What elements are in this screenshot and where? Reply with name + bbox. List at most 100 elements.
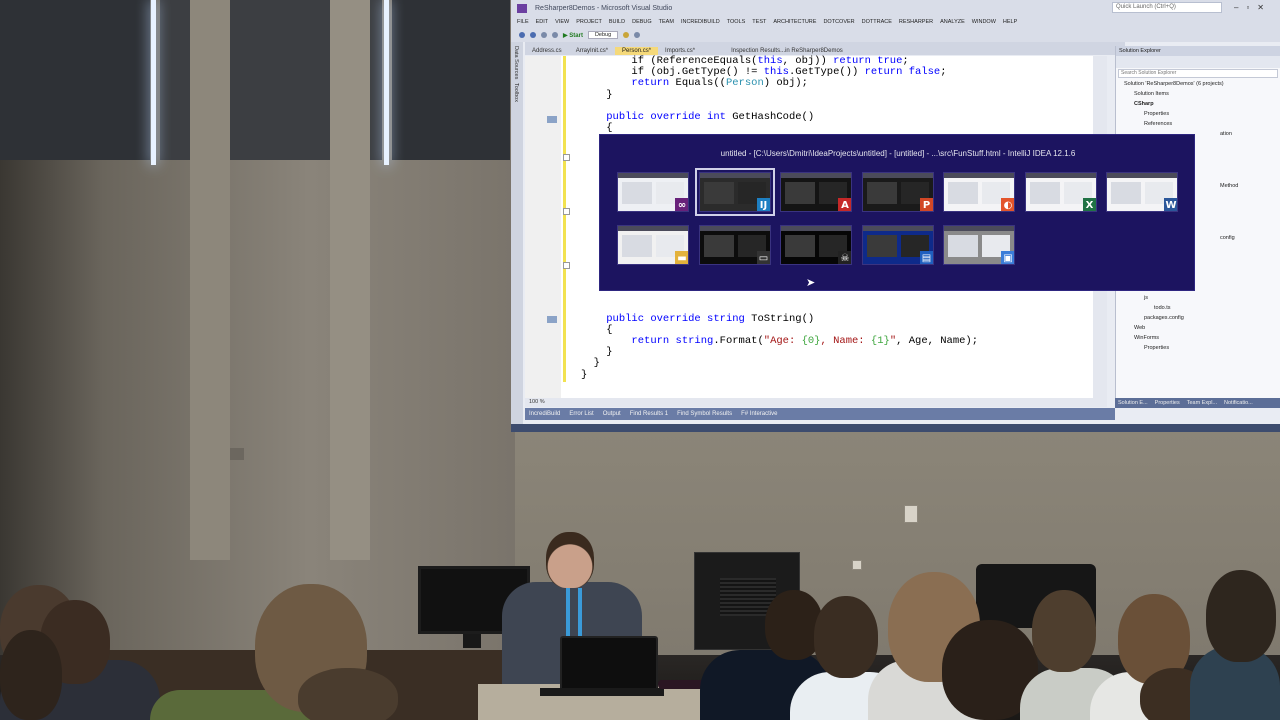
wall-vent (230, 448, 244, 460)
wall-pillar (190, 0, 230, 560)
tab-solution-explorer[interactable]: Solution E... (1118, 400, 1148, 406)
vs-toolbar: ▶ Start Debug (511, 28, 1280, 42)
tab-arrayinit-cs[interactable]: ArrayInit.cs* (569, 47, 615, 55)
menu-analyze[interactable]: ANALYZE (940, 19, 965, 25)
menu-edit[interactable]: EDIT (536, 19, 549, 25)
fold-toggle-icon[interactable] (563, 154, 570, 161)
terminal-app-icon: ☠ (838, 251, 851, 264)
switcher-window-title: untitled - [C:\Users\Dmitri\IdeaProjects… (720, 149, 1076, 158)
fold-toggle-icon[interactable] (563, 208, 570, 215)
laptop-base (540, 688, 664, 696)
thumbnail-titlebar (781, 226, 851, 231)
tab-data-sources[interactable]: Data Sources (513, 46, 519, 79)
tree-item[interactable]: WinForms (1120, 333, 1280, 343)
tab-fsharp-interactive[interactable]: F# Interactive (741, 411, 777, 417)
thumbnail-content (703, 182, 734, 204)
thumbnail-excel[interactable]: X (1024, 172, 1097, 212)
thumbnail-powerpoint[interactable]: P (861, 172, 934, 212)
menu-file[interactable]: FILE (517, 19, 529, 25)
tab-team-explorer[interactable]: Team Expl... (1187, 400, 1217, 406)
menu-view[interactable]: VIEW (555, 19, 569, 25)
powerpoint-icon: P (919, 198, 933, 211)
solution-config-select[interactable]: Debug (587, 31, 619, 39)
thumbnail-content (948, 235, 978, 257)
menu-debug[interactable]: DEBUG (632, 19, 652, 25)
undo-icon[interactable] (552, 32, 558, 38)
find-icon[interactable] (623, 32, 630, 38)
quick-launch-input[interactable]: Quick Launch (Ctrl+Q) (1112, 2, 1222, 13)
thumbnail-visual-studio[interactable]: ∞ (617, 172, 689, 212)
tab-error-list[interactable]: Error List (569, 411, 593, 417)
menu-architecture[interactable]: ARCHITECTURE (773, 19, 816, 25)
bookmark-icon[interactable] (634, 32, 641, 38)
tab-address-cs[interactable]: Address.cs (525, 47, 569, 55)
thumbnail-content (703, 235, 734, 257)
menu-dottrace[interactable]: DOTTRACE (862, 19, 892, 25)
tree-item[interactable]: todo.ts (1120, 303, 1280, 313)
tree-item[interactable]: Solution Items (1120, 89, 1280, 99)
tab-notifications[interactable]: Notificatio... (1224, 400, 1253, 406)
tab-find-results[interactable]: Find Results 1 (630, 411, 668, 417)
thumbnail-titlebar (781, 173, 851, 178)
zoom-level[interactable]: 100 % (525, 398, 1107, 407)
audience-head (1206, 570, 1276, 662)
tree-item[interactable]: js (1120, 293, 1280, 303)
menu-incredibuild[interactable]: INCREDIBUILD (681, 19, 720, 25)
thumbnail-explorer[interactable]: ▬ (617, 225, 689, 265)
solution-search-input[interactable]: Search Solution Explorer (1118, 69, 1278, 78)
tree-item[interactable]: Web (1120, 323, 1280, 333)
thumbnail-acrobat-reader[interactable]: A (780, 172, 852, 212)
tab-properties[interactable]: Properties (1155, 400, 1180, 406)
menu-resharper[interactable]: RESHARPER (899, 19, 933, 25)
thumbnail-browser[interactable]: ◐ (943, 172, 1015, 212)
override-gutter-icon[interactable] (547, 316, 557, 323)
thumbnail-content (785, 182, 815, 204)
tab-output[interactable]: Output (603, 411, 621, 417)
menu-team[interactable]: TEAM (659, 19, 674, 25)
thumbnail-remote-desktop[interactable]: ▣ (943, 225, 1015, 265)
tree-item[interactable]: Solution 'ReSharper8Demos' (6 projects) (1120, 79, 1280, 89)
tree-item[interactable]: Properties (1120, 109, 1280, 119)
browser-icon: ◐ (1001, 198, 1014, 211)
solution-bottom-tabs: Solution E... Properties Team Expl... No… (1115, 398, 1280, 408)
intellij-idea-icon: IJ (756, 198, 770, 211)
forward-icon[interactable] (530, 32, 536, 38)
tab-imports-cs[interactable]: Imports.cs* (658, 47, 702, 55)
menu-window[interactable]: WINDOW (972, 19, 996, 25)
menu-build[interactable]: BUILD (609, 19, 625, 25)
monitor-stand (463, 634, 481, 648)
tree-item[interactable]: packages.config (1120, 313, 1280, 323)
thumbnail-word[interactable]: W (1106, 172, 1178, 212)
ceiling-light (151, 0, 156, 165)
thumbnail-titlebar (944, 173, 1014, 178)
menu-dotcover[interactable]: DOTCOVER (823, 19, 854, 25)
tab-toolbox[interactable]: Toolbox (513, 83, 519, 102)
vs-menu-bar: FILE EDIT VIEW PROJECT BUILD DEBUG TEAM … (511, 16, 1280, 28)
thumbnail-content (622, 182, 652, 204)
fold-toggle-icon[interactable] (563, 262, 570, 269)
tree-item[interactable]: CSharp (1120, 99, 1280, 109)
menu-project[interactable]: PROJECT (576, 19, 602, 25)
menu-test[interactable]: TEST (752, 19, 766, 25)
save-icon[interactable] (541, 32, 547, 38)
acrobat-reader-icon: A (838, 198, 851, 211)
menu-help[interactable]: HELP (1003, 19, 1017, 25)
solution-explorer-toolbar[interactable] (1116, 56, 1280, 68)
ceiling-light (384, 0, 389, 165)
thumbnail-intellij-idea[interactable]: IJ (694, 168, 775, 216)
menu-tools[interactable]: TOOLS (727, 19, 746, 25)
thumbnail-console[interactable]: ▭ (698, 225, 771, 265)
solution-explorer-title: Solution Explorer (1116, 46, 1280, 56)
tab-person-cs[interactable]: Person.cs* (615, 47, 659, 55)
thumbnail-powershell[interactable]: ▤ (861, 225, 934, 265)
back-icon[interactable] (519, 32, 525, 38)
override-gutter-icon[interactable] (547, 116, 557, 123)
tree-item[interactable]: Properties (1120, 343, 1280, 353)
thumbnail-terminal-app[interactable]: ☠ (780, 225, 852, 265)
tab-incredibuild[interactable]: IncrediBuild (529, 411, 560, 417)
tree-item[interactable]: References (1120, 119, 1280, 129)
window-controls[interactable]: –▫✕ (1234, 3, 1272, 12)
start-debugging-button[interactable]: ▶ Start (563, 32, 583, 39)
tab-inspection-results[interactable]: Inspection Results...in ReSharper8Demos (724, 47, 850, 55)
tab-find-symbol-results[interactable]: Find Symbol Results (677, 411, 732, 417)
